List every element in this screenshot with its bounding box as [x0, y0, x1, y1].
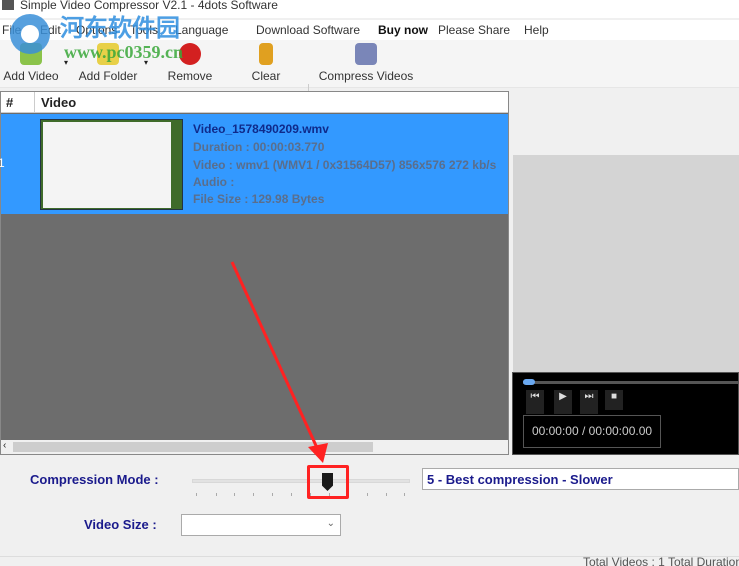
folder-icon [97, 43, 119, 65]
previous-frame-icon[interactable]: ⏮ [526, 390, 544, 414]
compression-mode-display: 5 - Best compression - Slower [422, 468, 739, 490]
menu-bar: File Edit Options Tools Language Downloa… [0, 20, 739, 40]
remove-label: Remove [167, 69, 213, 83]
menu-buy-now[interactable]: Buy now [378, 23, 428, 37]
seek-bar[interactable] [523, 381, 739, 384]
brush-icon [259, 43, 273, 65]
add-folder-button[interactable]: Add Folder [76, 40, 140, 88]
compress-videos-button[interactable]: Compress Videos [316, 40, 416, 88]
video-player-controls: ⏮ ▶ ⏭ ■ 00:00:00 / 00:00:00.00 [512, 372, 739, 455]
add-folder-label: Add Folder [78, 69, 138, 83]
app-icon [2, 0, 14, 10]
list-header: # Video [1, 92, 508, 113]
video-duration: Duration : 00:00:03.770 [193, 140, 325, 154]
column-divider [34, 92, 35, 113]
seek-thumb[interactable] [523, 379, 535, 385]
menu-help[interactable]: Help [524, 23, 549, 37]
remove-button[interactable]: Remove [164, 40, 216, 88]
video-codec: Video : wmv1 (WMV1 / 0x31564D57) 856x576… [193, 158, 497, 172]
compress-icon [355, 43, 377, 65]
video-list[interactable]: # Video 1 Video_1578490209.wmv Duration … [0, 91, 509, 455]
compression-mode-label: Compression Mode : [30, 472, 159, 487]
remove-icon [179, 43, 201, 65]
clear-label: Clear [251, 69, 281, 83]
next-frame-icon[interactable]: ⏭ [580, 390, 598, 414]
compress-label: Compress Videos [318, 69, 414, 83]
toolbar: Add Video ▾ Add Folder ▾ Remove Clear Co… [0, 40, 739, 122]
stop-icon[interactable]: ■ [605, 390, 623, 410]
menu-file[interactable]: File [2, 23, 21, 37]
compression-mode-slider[interactable] [192, 479, 410, 483]
menu-edit[interactable]: Edit [40, 23, 61, 37]
settings-panel: Compression Mode : 5 - Best compression … [0, 456, 739, 556]
table-row[interactable]: 1 Video_1578490209.wmv Duration : 00:00:… [0, 114, 508, 214]
video-preview-area [513, 155, 739, 372]
add-video-button[interactable]: Add Video [0, 40, 62, 88]
title-bar: Simple Video Compressor V2.1 - 4dots Sof… [0, 0, 739, 18]
add-video-dropdown-icon[interactable]: ▾ [64, 58, 68, 67]
menu-download-software[interactable]: Download Software [256, 23, 360, 37]
add-video-icon [20, 43, 42, 65]
video-size-select[interactable]: ⌄ [181, 514, 341, 536]
scrollbar-thumb[interactable] [13, 442, 373, 452]
window-title: Simple Video Compressor V2.1 - 4dots Sof… [20, 0, 278, 12]
time-display: 00:00:00 / 00:00:00.00 [523, 415, 661, 448]
status-text: Total Videos : 1 Total Duration [583, 556, 739, 566]
menu-tools[interactable]: Tools [130, 23, 158, 37]
add-video-label: Add Video [3, 69, 59, 83]
menu-options[interactable]: Options [76, 23, 117, 37]
play-icon[interactable]: ▶ [554, 390, 572, 414]
chevron-down-icon: ⌄ [326, 518, 335, 529]
menu-please-share[interactable]: Please Share [438, 23, 510, 37]
horizontal-scrollbar[interactable]: ‹ [1, 440, 508, 454]
add-folder-dropdown-icon[interactable]: ▾ [144, 58, 148, 67]
status-bar: Total Videos : 1 Total Duration [0, 556, 739, 566]
column-video[interactable]: Video [41, 95, 76, 110]
video-thumbnail [40, 119, 183, 210]
video-filename: Video_1578490209.wmv [193, 122, 329, 136]
row-number: 1 [0, 156, 5, 170]
column-number[interactable]: # [6, 95, 13, 110]
annotation-highlight-box [307, 465, 349, 499]
video-audio: Audio : [193, 175, 235, 189]
scroll-left-icon[interactable]: ‹ [3, 440, 6, 451]
menu-language[interactable]: Language [175, 23, 228, 37]
video-file-size: File Size : 129.98 Bytes [193, 192, 325, 206]
video-size-label: Video Size : [84, 517, 157, 532]
clear-button[interactable]: Clear [244, 40, 288, 88]
